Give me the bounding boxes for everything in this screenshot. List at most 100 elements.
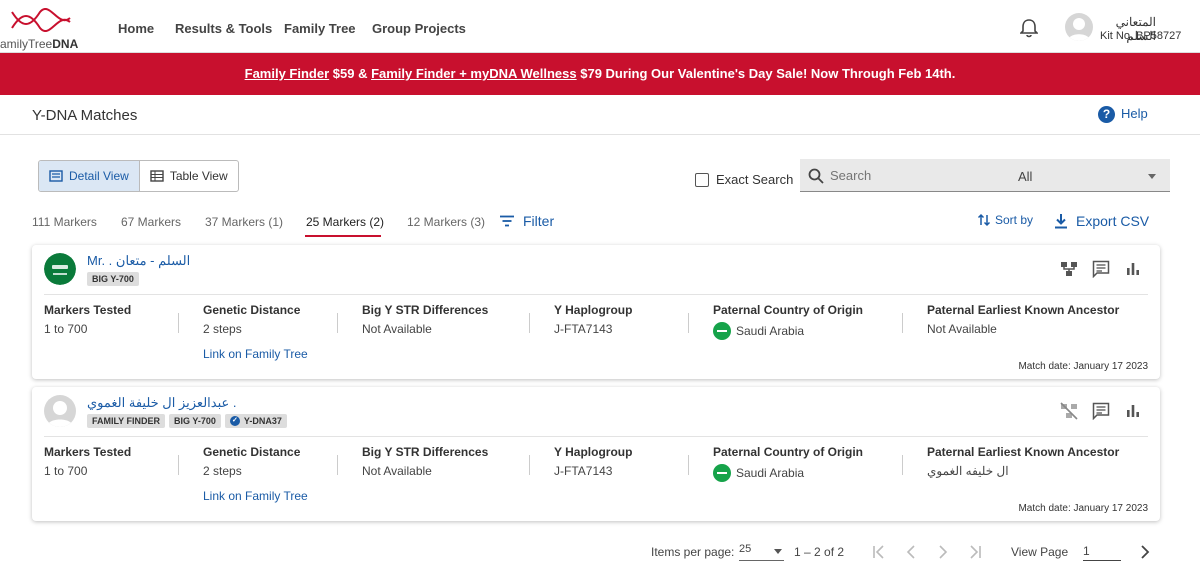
- divider: [529, 455, 530, 475]
- sort-by-button[interactable]: Sort by: [977, 213, 1033, 227]
- tab-12-markers[interactable]: 12 Markers (3): [407, 215, 485, 229]
- y-haplogroup: Y Haplogroup J-FTA7143: [554, 303, 633, 336]
- go-page-icon[interactable]: [1136, 543, 1154, 561]
- active-tab-indicator: [305, 235, 381, 237]
- tab-37-markers[interactable]: 37 Markers (1): [205, 215, 283, 229]
- user-avatar[interactable]: [1065, 13, 1093, 41]
- prev-page-icon[interactable]: [902, 543, 920, 561]
- card-actions: [1060, 402, 1142, 421]
- nav-family-tree[interactable]: Family Tree: [284, 21, 356, 36]
- family-tree-link[interactable]: Link on Family Tree: [203, 347, 308, 361]
- big-y-str-differences: Big Y STR Differences Not Available: [362, 303, 489, 336]
- badge-list: FAMILY FINDER BIG Y-700 ✓ Y-DNA37: [87, 414, 287, 428]
- kit-number: Kit No. BP58727: [1100, 30, 1182, 42]
- divider: [688, 313, 689, 333]
- nav-group-projects[interactable]: Group Projects: [372, 21, 466, 36]
- check-icon: ✓: [229, 416, 240, 426]
- notes-icon[interactable]: [1092, 260, 1110, 279]
- match-date: Match date: January 17 2023: [1018, 361, 1148, 372]
- filter-button[interactable]: Filter: [499, 213, 554, 229]
- tab-25-markers[interactable]: 25 Markers (2): [306, 215, 384, 229]
- divider: [902, 313, 903, 333]
- divider: [178, 455, 179, 475]
- divider: [337, 313, 338, 333]
- notes-icon[interactable]: [1092, 402, 1110, 421]
- badge: BIG Y-700: [169, 414, 221, 428]
- promo-link-family-finder[interactable]: Family Finder: [245, 66, 330, 81]
- divider: [902, 455, 903, 475]
- promo-text-2: $79 During Our Valentine's Day Sale! Now…: [576, 66, 956, 81]
- paternal-ancestor: Paternal Earliest Known Ancestor ال خليف…: [927, 445, 1120, 478]
- first-page-icon[interactable]: [870, 543, 888, 561]
- tab-111-markers[interactable]: 111 Markers: [32, 215, 97, 229]
- markers-tested: Markers Tested 1 to 700: [44, 445, 132, 478]
- nav-results-tools[interactable]: Results & Tools: [175, 21, 272, 36]
- card-actions: [1060, 260, 1142, 279]
- divider: [44, 436, 1148, 437]
- exact-search-checkbox[interactable]: Exact Search: [695, 172, 793, 187]
- main-content: Detail View Table View Exact Search All …: [0, 135, 1200, 587]
- view-toggle: Detail View Table View: [38, 160, 239, 192]
- logo[interactable]: amilyTreeDNA: [0, 8, 90, 51]
- promo-link-wellness[interactable]: Family Finder + myDNA Wellness: [371, 66, 577, 81]
- saudi-flag-avatar: [44, 253, 76, 285]
- nav-home[interactable]: Home: [118, 21, 154, 36]
- big-y-str-differences: Big Y STR Differences Not Available: [362, 445, 489, 478]
- filter-icon: [500, 215, 514, 227]
- match-name[interactable]: Mr. . السلم - متعان: [87, 253, 190, 269]
- items-per-page-select[interactable]: 25: [739, 543, 784, 561]
- genetic-distance: Genetic Distance 2 steps Link on Family …: [203, 445, 308, 503]
- search-scope-select[interactable]: All: [1010, 159, 1170, 192]
- search-input[interactable]: [830, 159, 1010, 192]
- top-nav: amilyTreeDNA Home Results & Tools Family…: [0, 0, 1200, 53]
- download-icon: [1055, 214, 1067, 229]
- divider: [44, 294, 1148, 295]
- badge-list: BIG Y-700: [87, 272, 139, 286]
- next-page-icon[interactable]: [934, 543, 952, 561]
- match-date: Match date: January 17 2023: [1018, 503, 1148, 514]
- dna-logo-icon: [11, 8, 71, 32]
- verified-badge: ✓ Y-DNA37: [224, 414, 287, 428]
- paternal-country: Paternal Country of Origin Saudi Arabia: [713, 445, 864, 482]
- checkbox-box[interactable]: [695, 172, 709, 187]
- markers-tested: Markers Tested 1 to 700: [44, 303, 132, 336]
- search-bar: All: [800, 159, 1170, 192]
- tree-icon[interactable]: [1060, 260, 1078, 278]
- badge: FAMILY FINDER: [87, 414, 166, 428]
- items-per-page-label: Items per page:: [651, 545, 735, 559]
- table-view-icon: [150, 170, 164, 182]
- badge: BIG Y-700: [87, 272, 139, 286]
- genetic-distance: Genetic Distance 2 steps Link on Family …: [203, 303, 308, 361]
- divider: [178, 313, 179, 333]
- bar-chart-icon[interactable]: [1124, 260, 1142, 278]
- pagination: Items per page: 25 1 – 2 of 2 View Page: [0, 535, 1200, 571]
- detail-view-button[interactable]: Detail View: [39, 161, 140, 191]
- divider: [529, 313, 530, 333]
- tab-67-markers[interactable]: 67 Markers: [121, 215, 181, 229]
- default-avatar: [44, 395, 76, 427]
- export-csv-button[interactable]: Export CSV: [1054, 213, 1149, 229]
- page-range: 1 – 2 of 2: [794, 545, 845, 559]
- bell-icon[interactable]: [1020, 18, 1038, 38]
- paternal-country: Paternal Country of Origin Saudi Arabia: [713, 303, 864, 340]
- help-link[interactable]: ? Help: [1098, 106, 1148, 124]
- help-icon: ?: [1098, 106, 1115, 124]
- paternal-ancestor: Paternal Earliest Known Ancestor Not Ava…: [927, 303, 1120, 336]
- sort-icon: [977, 213, 991, 227]
- detail-view-icon: [49, 170, 63, 182]
- promo-banner: Family Finder $59 & Family Finder + myDN…: [0, 53, 1200, 95]
- table-view-button[interactable]: Table View: [140, 161, 238, 191]
- match-card: عبدالعزيز ال خليفة الغموي . FAMILY FINDE…: [32, 387, 1160, 521]
- family-tree-link[interactable]: Link on Family Tree: [203, 489, 308, 503]
- page-title: Y-DNA Matches: [32, 107, 138, 124]
- page-number-input[interactable]: [1083, 541, 1121, 561]
- search-icon: [808, 168, 824, 184]
- divider: [337, 455, 338, 475]
- page-header: Y-DNA Matches ? Help: [0, 95, 1200, 135]
- y-haplogroup: Y Haplogroup J-FTA7143: [554, 445, 633, 478]
- bar-chart-icon[interactable]: [1124, 402, 1142, 420]
- chevron-down-icon: [774, 549, 782, 554]
- match-name[interactable]: عبدالعزيز ال خليفة الغموي .: [87, 395, 237, 411]
- view-page-label: View Page: [1011, 545, 1069, 559]
- last-page-icon[interactable]: [966, 543, 984, 561]
